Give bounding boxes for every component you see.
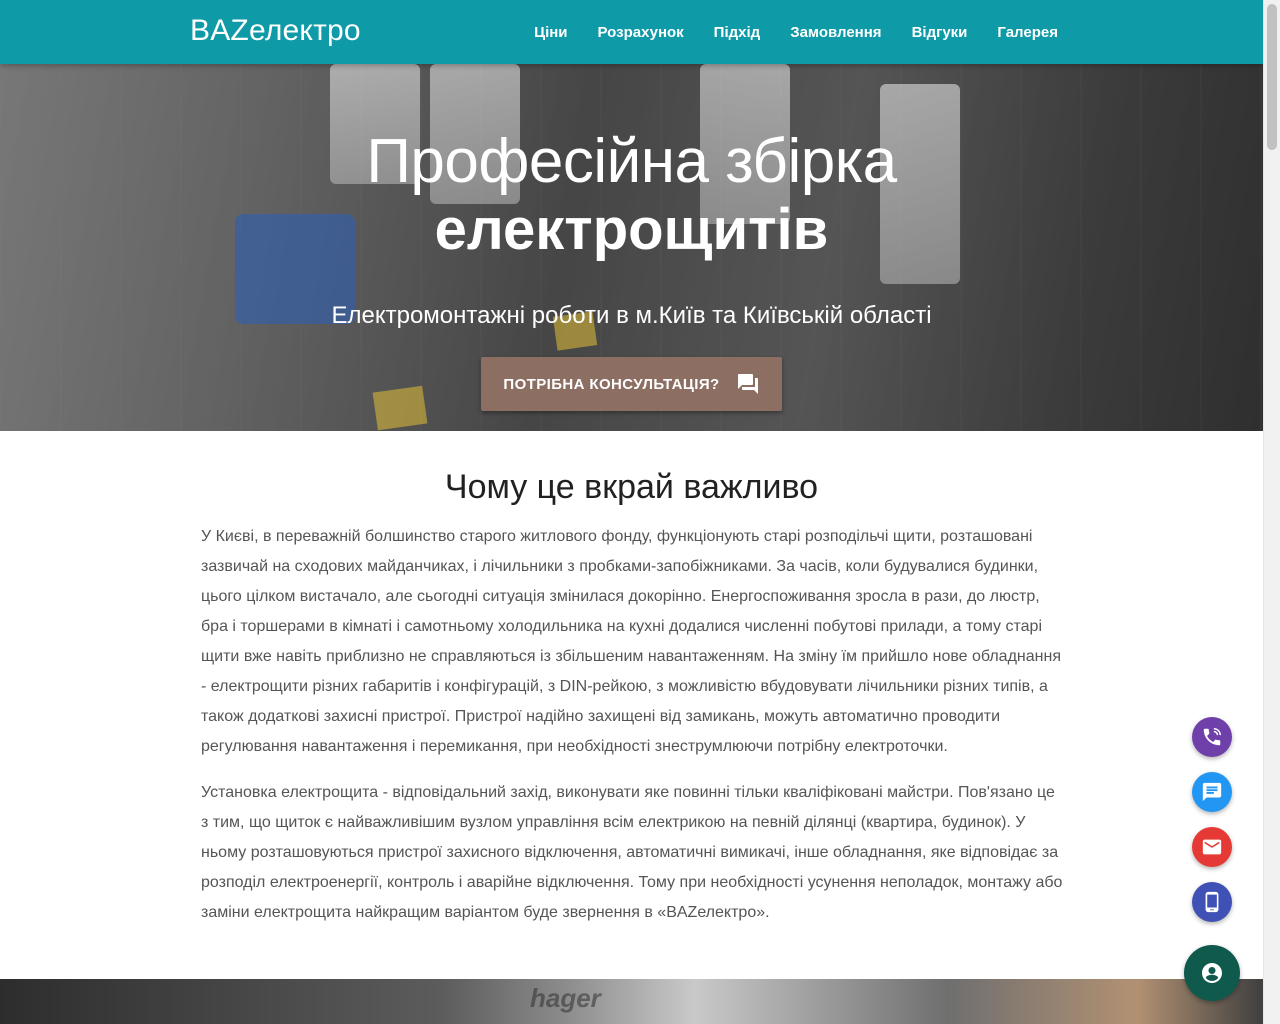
brand-logo[interactable]: BAZелектро bbox=[190, 14, 361, 48]
page-scrollbar[interactable] bbox=[1263, 0, 1280, 1024]
section-paragraph: Установка електрощита - відповідальний з… bbox=[201, 784, 1063, 921]
viber-phone-icon bbox=[1203, 728, 1221, 746]
scrollbar-thumb[interactable] bbox=[1267, 4, 1277, 150]
nav-link-calculation[interactable]: Розрахунок bbox=[598, 24, 684, 41]
mail-icon bbox=[1202, 839, 1222, 855]
email-button[interactable] bbox=[1192, 827, 1232, 867]
phone-button[interactable] bbox=[1192, 882, 1232, 922]
nav-link-order[interactable]: Замовлення bbox=[790, 24, 881, 41]
forum-icon bbox=[737, 374, 758, 394]
bottom-image-brand-text: hager bbox=[530, 983, 601, 1013]
consultation-button-label: ПОТРІБНА КОНСУЛЬТАЦІЯ? bbox=[503, 375, 720, 393]
chat-icon bbox=[1202, 782, 1222, 802]
nav-link-prices[interactable]: Ціни bbox=[534, 24, 567, 41]
hero-banner: Професійна збірка електрощитів Електромо… bbox=[0, 64, 1263, 431]
main-nav: Ціни Розрахунок Підхід Замовлення Відгук… bbox=[534, 0, 1058, 64]
mobile-phone-icon bbox=[1205, 891, 1219, 913]
hero-bg-label bbox=[372, 385, 428, 431]
hero-title-line1: Професійна збірка bbox=[366, 127, 897, 196]
top-navbar: BAZелектро Ціни Розрахунок Підхід Замовл… bbox=[0, 0, 1263, 64]
contact-menu-button[interactable] bbox=[1184, 945, 1240, 1001]
nav-link-approach[interactable]: Підхід bbox=[714, 24, 761, 41]
consultation-button[interactable]: ПОТРІБНА КОНСУЛЬТАЦІЯ? bbox=[481, 357, 782, 411]
hero-subtitle: Електромонтажні роботи в м.Київ та Київс… bbox=[331, 302, 932, 329]
viber-button[interactable] bbox=[1192, 717, 1232, 757]
nav-link-reviews[interactable]: Відгуки bbox=[912, 24, 968, 41]
section-title: Чому це вкрай важливо bbox=[444, 468, 819, 506]
hero-title-line2: електрощитів bbox=[434, 197, 829, 262]
account-circle-icon bbox=[1202, 963, 1222, 983]
bottom-section-image: hager bbox=[0, 979, 1263, 1024]
section-paragraph: У Києві, в переважній болшинство старого… bbox=[201, 528, 1061, 755]
chat-button[interactable] bbox=[1192, 772, 1232, 812]
nav-link-gallery[interactable]: Галерея bbox=[997, 24, 1058, 41]
